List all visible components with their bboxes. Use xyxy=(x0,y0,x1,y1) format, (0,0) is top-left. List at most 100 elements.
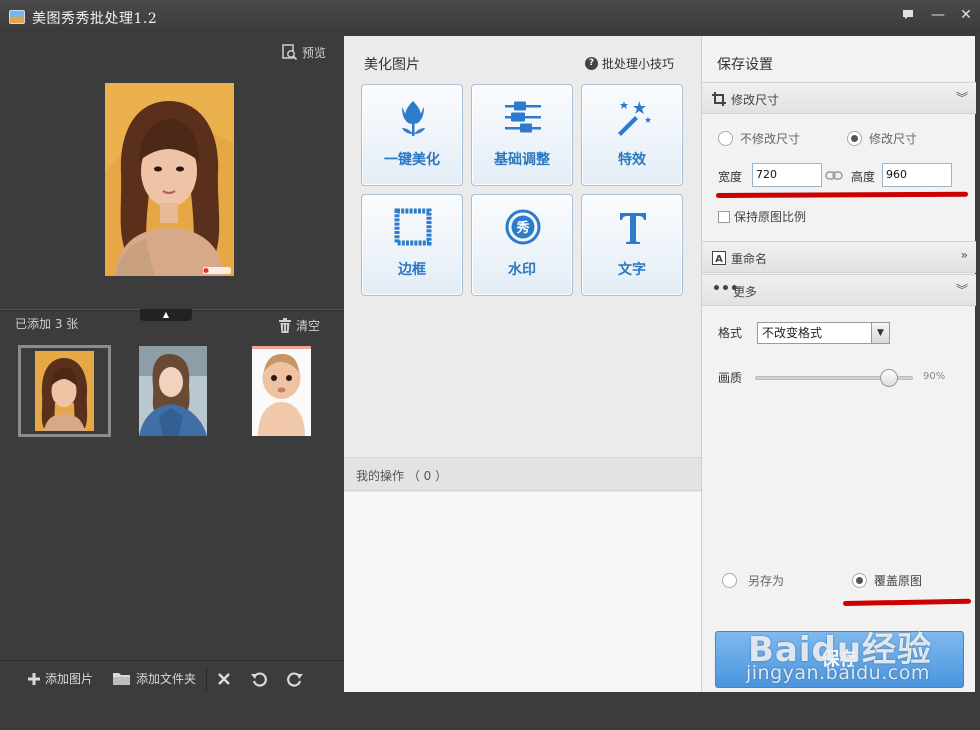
rotate-left-icon xyxy=(251,671,267,687)
quality-label: 画质 xyxy=(718,371,743,385)
radio-save-as[interactable]: 另存为 xyxy=(722,572,784,589)
add-images-button[interactable]: 添加图片 xyxy=(28,670,93,687)
preview-label: 预览 xyxy=(302,46,327,60)
radio-change-size[interactable]: 修改尺寸 xyxy=(847,130,917,147)
window-title: 美图秀秀批处理1.2 xyxy=(32,11,158,27)
clear-label: 清空 xyxy=(296,319,321,333)
crop-icon xyxy=(712,92,726,106)
tool-label: 水印 xyxy=(508,262,536,278)
radio-circle xyxy=(718,131,733,146)
folder-icon xyxy=(113,673,131,685)
operations-header: 我的操作 （ 0 ） xyxy=(344,457,701,491)
radio-keep-size[interactable]: 不修改尺寸 xyxy=(718,130,800,147)
title-bar: 美图秀秀批处理1.2 — ✕ xyxy=(0,0,980,34)
rotate-left-button[interactable] xyxy=(251,671,267,687)
radio-save-as-label: 另存为 xyxy=(748,574,785,588)
keep-ratio-label: 保持原图比例 xyxy=(734,210,807,224)
x-icon xyxy=(218,672,230,685)
tips-label: 批处理小技巧 xyxy=(602,57,675,71)
quality-value: 90% xyxy=(923,371,946,382)
image-list-panel: 预览 ▲ 已添加 3 张 清空 添加图片 添加文件夹 xyxy=(0,34,343,730)
save-settings-title: 保存设置 xyxy=(717,57,773,73)
added-count: 已添加 3 张 xyxy=(15,317,79,331)
sliders-icon xyxy=(505,101,541,133)
add-folder-label: 添加文件夹 xyxy=(136,672,197,686)
tool-watermark[interactable]: 秀 水印 xyxy=(471,194,573,296)
resize-header-label: 修改尺寸 xyxy=(731,93,780,107)
rotate-right-button[interactable] xyxy=(287,671,304,687)
resize-section-header[interactable]: 修改尺寸 ︾ xyxy=(702,82,976,114)
radio-change-size-label: 修改尺寸 xyxy=(869,132,918,146)
preview-button[interactable]: 预览 xyxy=(282,44,326,61)
app-icon xyxy=(9,10,25,24)
beautify-panel: 美化图片 ? 批处理小技巧 一键美化 基础调整 特效 边框 秀 水印 文字 我的… xyxy=(344,36,701,692)
main-preview-photo xyxy=(105,83,234,276)
tips-link[interactable]: ? 批处理小技巧 xyxy=(585,55,674,72)
plus-icon xyxy=(28,672,40,685)
tool-label: 一键美化 xyxy=(384,152,440,168)
close-button[interactable]: ✕ xyxy=(955,6,977,24)
rename-section-header[interactable]: A 重命名 » xyxy=(702,241,976,273)
chevron-right-icon: » xyxy=(960,248,968,262)
svg-text:A: A xyxy=(715,254,723,265)
rotate-right-icon xyxy=(287,671,304,687)
help-icon: ? xyxy=(585,57,598,70)
trash-icon xyxy=(279,318,291,333)
width-label: 宽度 xyxy=(718,170,743,184)
tool-frame[interactable]: 边框 xyxy=(361,194,463,296)
tool-label: 边框 xyxy=(398,262,426,278)
collapse-preview-button[interactable]: ▲ xyxy=(140,309,192,321)
format-select[interactable]: 不改变格式 ▼ xyxy=(757,322,890,344)
add-images-label: 添加图片 xyxy=(45,672,94,686)
clear-button[interactable]: 清空 xyxy=(278,317,320,334)
tool-label: 特效 xyxy=(618,152,646,168)
preview-icon xyxy=(282,44,298,61)
radio-overwrite-label: 覆盖原图 xyxy=(874,574,923,588)
baidu-watermark: Baidu经验 jingyan.baidu.com xyxy=(746,622,932,684)
toolbar-separator xyxy=(206,666,208,691)
watermark-stamp-icon: 秀 xyxy=(505,209,541,245)
tool-effects[interactable]: 特效 xyxy=(581,84,683,186)
radio-circle-selected xyxy=(847,131,862,146)
magic-wand-icon xyxy=(618,101,651,136)
link-icon[interactable] xyxy=(825,171,843,180)
format-label: 格式 xyxy=(718,326,743,340)
quality-slider-thumb[interactable] xyxy=(880,369,898,387)
thumbnail-1[interactable] xyxy=(18,345,111,437)
radio-circle xyxy=(722,573,737,588)
height-label: 高度 xyxy=(851,170,876,184)
checkbox-box xyxy=(718,210,730,223)
feedback-icon[interactable] xyxy=(897,6,919,24)
more-section-header[interactable]: ••• 更多 ︾ xyxy=(702,274,976,306)
chevron-down-icon: ▼ xyxy=(871,323,889,343)
rename-header-label: 重命名 xyxy=(731,252,768,266)
radio-overwrite[interactable]: 覆盖原图 xyxy=(852,572,922,589)
beautify-title: 美化图片 xyxy=(364,57,420,73)
height-input[interactable]: 960 xyxy=(882,163,952,187)
rename-a-icon: A xyxy=(712,251,726,265)
tool-one-click-beautify[interactable]: 一键美化 xyxy=(361,84,463,186)
format-select-value: 不改变格式 xyxy=(762,326,823,340)
thumbnail-2[interactable] xyxy=(139,346,207,436)
save-settings-panel: 保存设置 修改尺寸 ︾ 不修改尺寸 修改尺寸 宽度 720 高度 960 保持原… xyxy=(701,36,976,692)
operations-label: 我的操作 （ 0 ） xyxy=(356,469,448,483)
watermark-url: jingyan.baidu.com xyxy=(746,662,930,684)
radio-keep-size-label: 不修改尺寸 xyxy=(740,132,801,146)
tool-label: 文字 xyxy=(618,262,646,278)
radio-circle-selected xyxy=(852,573,867,588)
width-input[interactable]: 720 xyxy=(752,163,822,187)
image-list-toolbar: 添加图片 添加文件夹 xyxy=(0,660,343,696)
text-t-icon xyxy=(620,213,646,244)
more-dots-icon: ••• xyxy=(712,281,739,297)
add-folder-button[interactable]: 添加文件夹 xyxy=(113,670,196,687)
delete-button[interactable] xyxy=(217,672,231,686)
thumbnail-3[interactable] xyxy=(252,346,311,436)
frame-icon xyxy=(394,208,432,246)
chevron-down-icon: ︾ xyxy=(955,283,968,297)
keep-ratio-checkbox[interactable]: 保持原图比例 xyxy=(718,208,806,225)
operations-list xyxy=(344,492,701,692)
minimize-button[interactable]: — xyxy=(927,6,949,24)
tool-text[interactable]: 文字 xyxy=(581,194,683,296)
tool-basic-adjust[interactable]: 基础调整 xyxy=(471,84,573,186)
chevron-down-icon: ︾ xyxy=(955,91,968,105)
